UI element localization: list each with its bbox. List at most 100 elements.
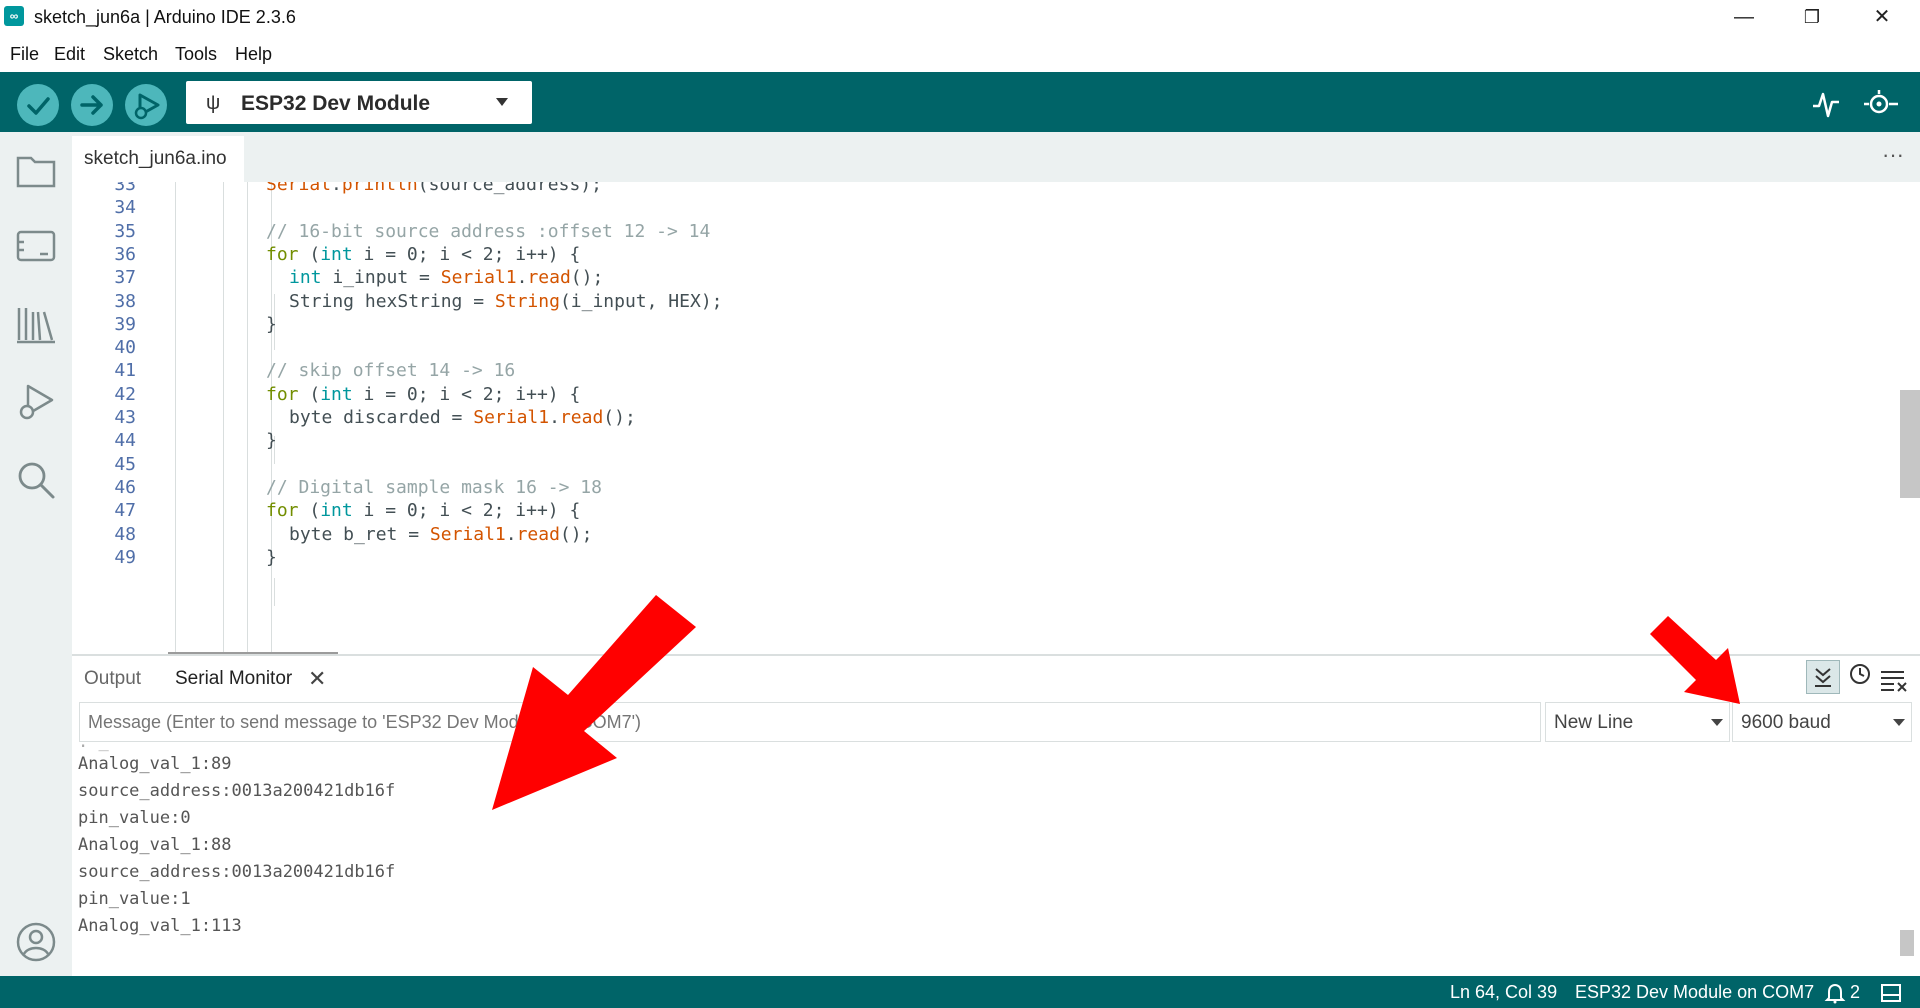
boards-manager-icon[interactable] — [14, 224, 58, 268]
line-number: 48 — [114, 523, 136, 545]
serial-line: Analog_val_1:113 — [78, 916, 242, 936]
menu-bar — [0, 34, 1920, 72]
usb-icon: ψ — [206, 92, 221, 114]
code-line: } — [266, 430, 277, 452]
double-chevron-down-icon — [1815, 668, 1831, 687]
menu-help[interactable]: Help — [235, 44, 272, 65]
panel-tab-bar — [72, 656, 1920, 702]
annotation-arrow-serial — [492, 595, 696, 810]
menu-tools[interactable]: Tools — [175, 44, 217, 65]
menu-edit[interactable]: Edit — [54, 44, 85, 65]
bell-icon[interactable] — [1824, 982, 1846, 1004]
cursor-position[interactable]: Ln 64, Col 39 — [1450, 982, 1557, 1003]
library-icon[interactable] — [14, 302, 58, 346]
indent-guide — [175, 182, 176, 654]
line-number: 44 — [114, 430, 136, 452]
code-line: for (int i = 0; i < 2; i++) { — [266, 500, 581, 522]
debug-button[interactable] — [125, 84, 167, 126]
line-number: 41 — [114, 360, 136, 382]
code-line: } — [266, 546, 277, 568]
toggle-panel-icon[interactable] — [1880, 983, 1902, 1003]
line-number: 34 — [114, 197, 136, 219]
code-line: } — [266, 313, 277, 335]
line-number: 39 — [114, 313, 136, 335]
window-title: sketch_jun6a | Arduino IDE 2.3.6 — [34, 7, 296, 27]
more-options-icon[interactable]: ··· — [1882, 142, 1904, 168]
indent-guide — [274, 578, 275, 606]
clock-icon[interactable] — [1846, 662, 1876, 692]
line-number: 37 — [114, 267, 136, 289]
tab-output[interactable]: Output — [84, 668, 141, 690]
code-editor[interactable]: 33 Serial.println(source_address); 34 35 // … — [72, 182, 1900, 654]
search-icon[interactable] — [14, 458, 58, 502]
line-number: 35 — [114, 220, 136, 242]
checkmark-icon — [27, 97, 50, 115]
code-line: byte b_ret = Serial1.read(); — [289, 523, 593, 545]
serial-message-input[interactable] — [79, 702, 1541, 742]
line-number: 42 — [114, 383, 136, 405]
notification-count: 2 — [1850, 982, 1861, 1002]
baud-rate-value: 9600 baud — [1741, 712, 1831, 733]
line-number: 40 — [114, 337, 136, 359]
serial-scroll-thumb[interactable] — [1900, 930, 1914, 956]
serial-line: Analog_val_1:88 — [78, 835, 232, 855]
serial-line: Analog_val_1:89 — [78, 754, 232, 774]
line-number: 49 — [114, 546, 136, 568]
indent-guide — [247, 182, 248, 654]
code-line: byte discarded = Serial1.read(); — [289, 407, 636, 428]
serial-line: source_address:0013a200421db16f — [78, 862, 396, 882]
tab-strip — [72, 132, 1920, 182]
serial-line: pin_value:0 — [78, 808, 191, 828]
debug-icon — [134, 93, 160, 120]
restore-button[interactable]: ❐ — [1782, 0, 1842, 34]
arrow-right-icon — [80, 95, 103, 115]
upload-button[interactable] — [71, 84, 113, 126]
line-number: 43 — [114, 407, 136, 428]
tab-serial-monitor[interactable]: Serial Monitor — [175, 668, 292, 690]
close-window-button[interactable]: ✕ — [1852, 0, 1912, 34]
baud-rate-select[interactable]: 9600 baud — [1732, 702, 1912, 742]
debug-sidebar-icon[interactable] — [14, 380, 58, 424]
arduino-logo-icon: ∞ — [4, 6, 24, 26]
line-number: 33 — [114, 182, 136, 195]
code-line: // 16-bit source address :offset 12 -> 1… — [266, 220, 711, 242]
menu-file[interactable]: File — [10, 44, 39, 65]
line-number: 36 — [114, 243, 136, 265]
tab-label: sketch_jun6a.ino — [84, 148, 227, 169]
account-icon[interactable] — [14, 920, 58, 964]
indent-guide — [223, 182, 224, 654]
code-line: for (int i = 0; i < 2; i++) { — [266, 383, 581, 405]
verify-button[interactable] — [17, 84, 59, 126]
line-number: 38 — [114, 290, 136, 312]
chevron-down-icon — [1893, 719, 1905, 726]
minimize-button[interactable]: — — [1714, 0, 1774, 34]
board-port-status[interactable]: ESP32 Dev Module on COM7 — [1575, 982, 1814, 1003]
code-line: Serial.println(source_address); — [266, 182, 602, 195]
line-ending-select[interactable]: New Line — [1545, 702, 1730, 742]
line-number: 47 — [114, 500, 136, 522]
close-tab-icon[interactable]: ✕ — [308, 666, 326, 692]
chevron-down-icon — [496, 98, 508, 106]
clear-output-icon[interactable] — [1878, 664, 1910, 694]
serial-line: source_address:0013a200421db16f — [78, 781, 396, 801]
board-name: ESP32 Dev Module — [241, 92, 431, 115]
code-line: // skip offset 14 -> 16 — [266, 360, 516, 382]
code-line: for (int i = 0; i < 2; i++) { — [266, 243, 581, 265]
serial-output: . _ Analog_val_1:89 source_address:0013a2… — [72, 744, 1892, 976]
editor-scroll-thumb[interactable] — [1900, 390, 1920, 498]
serial-line: pin_value:1 — [78, 889, 191, 909]
serial-plotter-icon[interactable] — [1810, 88, 1842, 120]
menu-sketch[interactable]: Sketch — [103, 44, 158, 65]
code-line: String hexString = String(i_input, HEX); — [289, 290, 723, 312]
code-line: // Digital sample mask 16 -> 18 — [266, 476, 602, 498]
folder-icon[interactable] — [14, 148, 58, 192]
line-number: 45 — [114, 453, 136, 475]
serial-monitor-icon[interactable] — [1862, 86, 1900, 122]
line-ending-value: New Line — [1554, 712, 1634, 733]
code-line: int i_input = Serial1.read(); — [289, 267, 604, 289]
chevron-down-icon — [1711, 719, 1723, 726]
annotation-arrow-baud — [1650, 616, 1740, 704]
serial-line-cutoff: . _ — [78, 744, 109, 752]
line-number: 46 — [114, 476, 136, 498]
autoscroll-button[interactable] — [1806, 660, 1840, 694]
